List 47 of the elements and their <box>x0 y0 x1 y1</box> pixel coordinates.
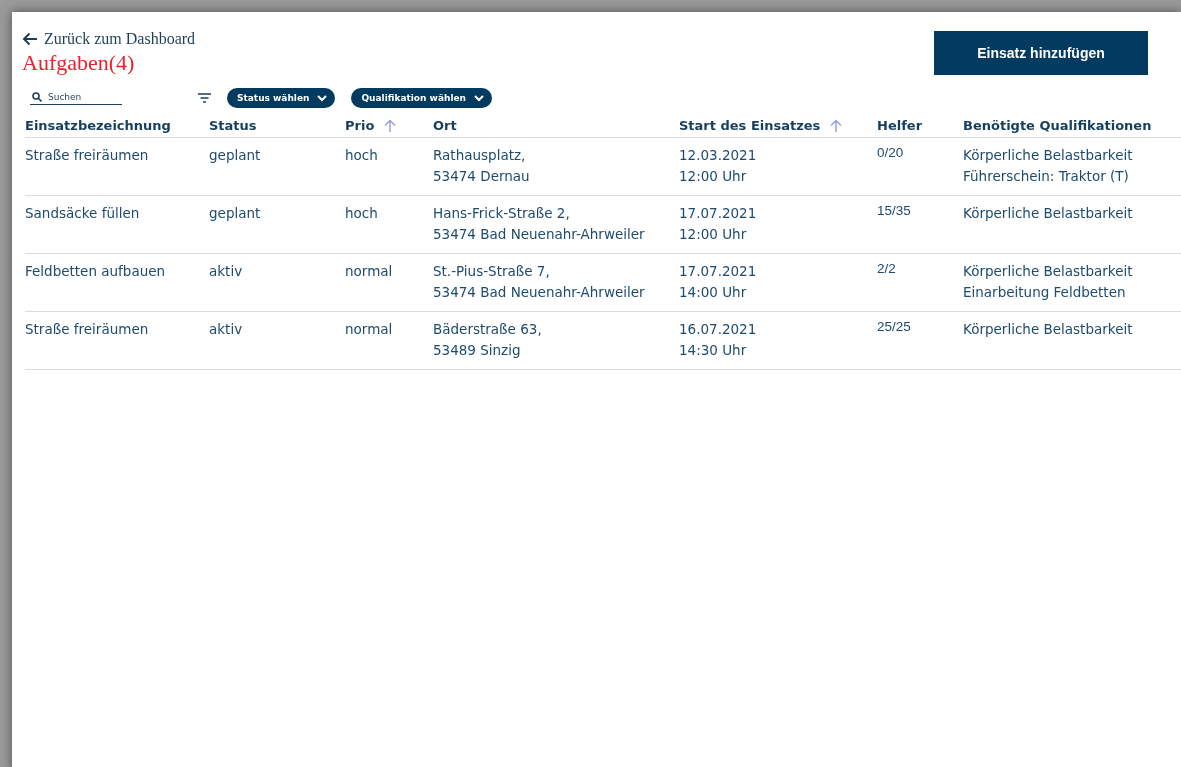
add-button[interactable]: Einsatz hinzufügen <box>934 31 1148 75</box>
table-cell-text: 15/35 <box>877 202 912 220</box>
table-cell-text: Körperliche Belastbarkeit <box>963 204 1134 223</box>
column-header[interactable]: Einsatzbezeichnung <box>25 118 171 133</box>
chevron-icon <box>317 94 328 102</box>
table-cell-text: 17.07.2021 12:00 Uhr <box>679 204 758 244</box>
table-cell-text: hoch <box>345 146 379 165</box>
table-cell-text: 2/2 <box>877 260 897 278</box>
table-cell-text: Körperliche Belastbarkeit Führerschein: Traktor (T) <box>963 146 1134 186</box>
filter-icon[interactable] <box>198 93 211 103</box>
table-cell-text: Bäderstraße 63, 53489 Sinzig <box>433 320 543 360</box>
sort-arrow-icon[interactable] <box>384 119 397 132</box>
sort-arrow-icon[interactable] <box>830 119 843 132</box>
table-cell-text: Rathausplatz, 53474 Dernau <box>433 146 531 186</box>
table-cell-text: Hans-Frick-Straße 2, 53474 Bad Neuenahr-Ahrweiler <box>433 204 646 244</box>
column-header[interactable]: Status <box>209 118 257 133</box>
back-arrow-icon <box>22 32 38 46</box>
table-cell-text: 12.03.2021 12:00 Uhr <box>679 146 758 186</box>
chevron-icon <box>474 94 484 102</box>
table-cell-text: hoch <box>345 204 379 223</box>
table-cell-text: aktiv <box>209 320 244 339</box>
table-cell-text: St.-Pius-Straße 7, 53474 Bad Neuenahr-Ahrweiler <box>433 262 646 302</box>
table-cell-text: 17.07.2021 14:00 Uhr <box>679 262 758 302</box>
table-cell-text: geplant <box>209 146 262 165</box>
column-header[interactable]: Helfer <box>877 118 923 133</box>
table-cell-text: normal <box>345 262 394 281</box>
table-cell-text: 0/20 <box>877 144 905 162</box>
column-header[interactable]: Start des Einsatzes <box>679 118 821 133</box>
column-header[interactable]: Prio <box>345 118 375 133</box>
filter-dropdown[interactable]: Qualifikation wählen <box>351 88 492 108</box>
filter-dropdown[interactable]: Status wählen <box>227 88 336 108</box>
table-cell-text: Sandsäcke füllen <box>25 204 141 223</box>
search-icon <box>32 91 42 102</box>
table-cell-text: Straße freiräumen <box>25 320 150 339</box>
table-cell-text: normal <box>345 320 394 339</box>
table-cell-text: Feldbetten aufbauen <box>25 262 167 281</box>
table-cell-text: Körperliche Belastbarkeit Einarbeitung Feldbetten <box>963 262 1134 302</box>
table-cell-text: 25/25 <box>877 318 912 336</box>
table-cell-text: aktiv <box>209 262 244 281</box>
column-header[interactable]: Benötigte Qualifikationen <box>963 118 1152 133</box>
table-cell-text: geplant <box>209 204 262 223</box>
back-link[interactable]: Zurück zum Dashboard <box>22 30 196 48</box>
table-cell-text: Straße freiräumen <box>25 146 150 165</box>
table-cell-text: 16.07.2021 14:30 Uhr <box>679 320 758 360</box>
table-cell-text: Körperliche Belastbarkeit <box>963 320 1134 339</box>
page-title: Aufgaben(4) <box>22 50 135 76</box>
column-header[interactable]: Ort <box>433 118 457 133</box>
